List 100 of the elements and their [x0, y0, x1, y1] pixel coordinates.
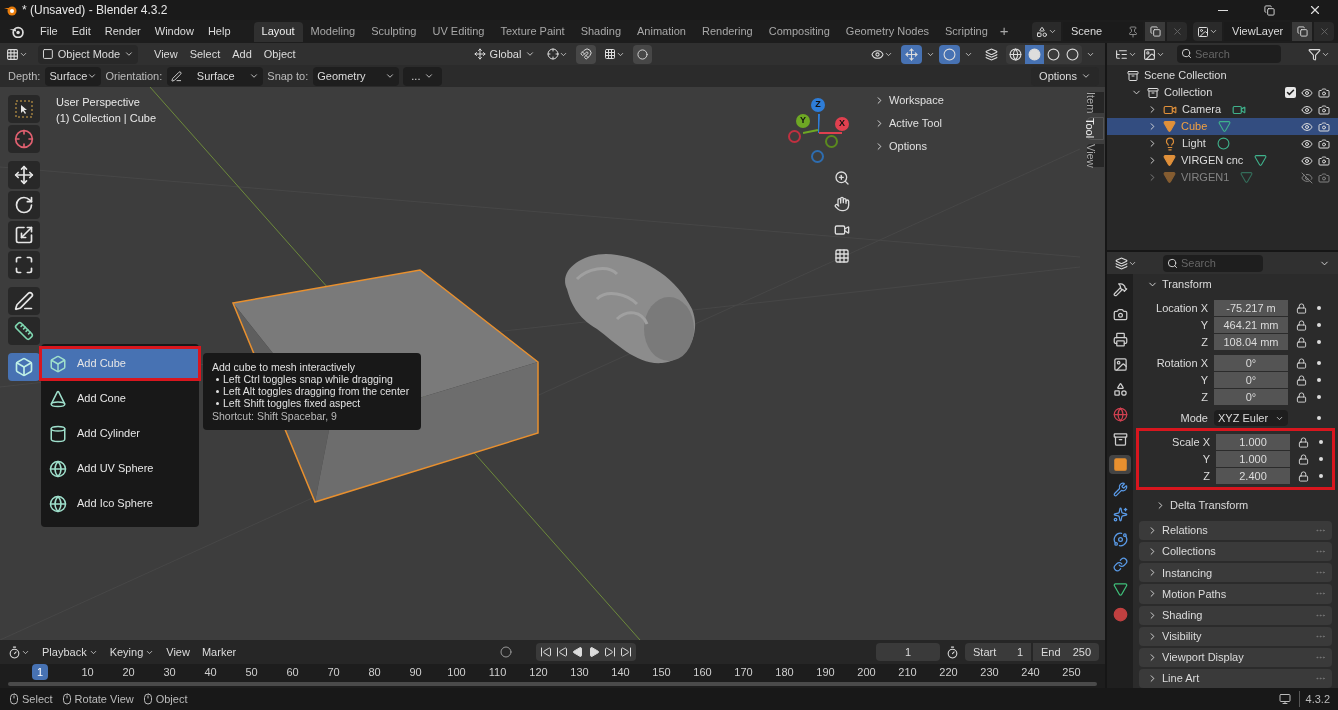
setting-label: Snap to:: [267, 68, 309, 84]
workspace-tab[interactable]: Sculpting: [363, 21, 425, 42]
number-field[interactable]: 464.21 mm: [1214, 317, 1288, 333]
number-field[interactable]: 0°: [1214, 355, 1288, 371]
workspace-tab[interactable]: Shading: [572, 21, 630, 42]
tree-item-label[interactable]: Scene Collection: [1144, 67, 1227, 84]
end-frame-field[interactable]: End 250: [1033, 643, 1099, 661]
menu-item[interactable]: Help: [200, 23, 238, 40]
menu-item[interactable]: View: [160, 643, 196, 661]
panel-header[interactable]: Shading: [1139, 605, 1332, 625]
workspace-tab[interactable]: Scripting: [937, 21, 996, 42]
menu-item[interactable]: Add Cube: [41, 348, 199, 379]
panel-header[interactable]: Instancing: [1139, 563, 1332, 583]
panel-header[interactable]: Workspace: [874, 90, 1074, 111]
menu-item[interactable]: View: [148, 45, 184, 63]
workspace-tab[interactable]: Layout: [253, 21, 303, 42]
property-label: Z: [1200, 389, 1209, 405]
menu-item[interactable]: Keying: [103, 643, 161, 661]
menu-item[interactable]: Render: [97, 23, 148, 40]
workspace-tab[interactable]: UV Editing: [424, 21, 493, 42]
frame-number: 80: [367, 664, 382, 680]
workspace-tab[interactable]: Modeling: [302, 21, 364, 42]
panel-header[interactable]: Transform: [1139, 274, 1332, 294]
add-workspace-button[interactable]: +: [995, 20, 1013, 43]
panel-header[interactable]: Relations: [1139, 521, 1332, 541]
panel-header[interactable]: Collections: [1139, 542, 1332, 562]
menu-item[interactable]: Select: [183, 45, 227, 63]
menu-item[interactable]: File: [33, 23, 65, 40]
frame-number: 170: [733, 664, 754, 680]
sidebar-tab[interactable]: View: [1087, 143, 1104, 168]
more-dropdown[interactable]: ...: [403, 66, 443, 86]
menu-item[interactable]: Marker: [195, 643, 243, 661]
workspace-tab[interactable]: Texture Paint: [492, 21, 573, 42]
options-dropdown[interactable]: Options: [1031, 66, 1099, 86]
start-frame-field[interactable]: Start 1: [965, 643, 1031, 661]
field-label: Start: [973, 644, 997, 660]
field-value: 250: [1072, 644, 1091, 660]
scene-name: Scene: [1071, 24, 1103, 40]
frame-number: 120: [528, 664, 549, 680]
frame-number: 140: [610, 664, 631, 680]
menu-item[interactable]: Edit: [64, 23, 98, 40]
sidebar-tab[interactable]: Tool: [1087, 117, 1104, 140]
panel-header[interactable]: Motion Paths: [1139, 584, 1332, 604]
number-field[interactable]: 1.000: [1216, 434, 1290, 450]
workspace-tab[interactable]: Animation: [629, 21, 694, 42]
tree-row[interactable]: VIRGEN cnc: [1107, 152, 1338, 169]
tooltip-title: Add cube to mesh interactively: [212, 361, 356, 373]
tree-item-label[interactable]: Collection: [1164, 84, 1213, 101]
tree-row[interactable]: Cube: [1107, 118, 1338, 135]
tree-item-label: Cube: [1181, 119, 1208, 135]
panel-header[interactable]: Active Tool: [874, 113, 1074, 134]
menu-item[interactable]: Add Cylinder: [41, 418, 199, 449]
workspace-tab[interactable]: Rendering: [693, 21, 761, 42]
frame-number: 130: [569, 664, 590, 680]
menu-item[interactable]: Add UV Sphere: [41, 453, 199, 484]
menu-item[interactable]: Object: [257, 45, 302, 63]
frame-number: 90: [408, 664, 423, 680]
sidebar-tab[interactable]: Item: [1087, 92, 1104, 114]
view-layer-name: ViewLayer: [1232, 24, 1284, 40]
panel-header[interactable]: Options: [874, 136, 1074, 157]
number-field[interactable]: -75.217 m: [1214, 300, 1288, 316]
menu-item[interactable]: Add: [226, 45, 258, 63]
workspace-tab[interactable]: Geometry Nodes: [837, 21, 937, 42]
workspace-tab[interactable]: Compositing: [760, 21, 838, 42]
property-label: Scale X: [1171, 434, 1211, 450]
panel-header[interactable]: Line Art: [1139, 668, 1332, 688]
setting-dropdown[interactable]: Surface: [45, 66, 102, 86]
menu-item[interactable]: Add Ico Sphere: [41, 488, 199, 519]
number-field[interactable]: 1.000: [1216, 451, 1290, 467]
number-field[interactable]: 2.400: [1216, 468, 1290, 484]
search-field[interactable]: Search: [1177, 45, 1281, 63]
setting-dropdown[interactable]: Surface: [167, 66, 264, 86]
tree-row[interactable]: Light: [1107, 135, 1338, 152]
tree-row[interactable]: Camera: [1107, 101, 1338, 118]
viewport-info-text: User Perspective: [56, 95, 141, 110]
menu-item[interactable]: Window: [147, 23, 201, 40]
tree-item-label: VIRGEN cnc: [1181, 153, 1244, 169]
panel-header[interactable]: Visibility: [1139, 626, 1332, 646]
mode-dropdown[interactable]: Object Mode: [38, 44, 138, 64]
version-text: 4.3.2: [1298, 690, 1330, 708]
mode-dropdown[interactable]: XYZ Euler: [1214, 410, 1288, 426]
number-field[interactable]: 108.04 mm: [1214, 334, 1288, 350]
axis-handle[interactable]: Y: [796, 114, 810, 128]
frame-number: 210: [897, 664, 918, 680]
setting-dropdown[interactable]: Geometry: [313, 66, 400, 86]
orientation-dropdown[interactable]: Global: [469, 44, 540, 64]
axis-handle[interactable]: Z: [811, 98, 825, 112]
menu-item[interactable]: Add Cone: [41, 383, 199, 414]
property-label: Rotation X: [1155, 355, 1209, 371]
status-hint: Select: [22, 691, 53, 707]
menu-item[interactable]: Playback: [36, 643, 104, 661]
search-field[interactable]: Search: [1163, 254, 1263, 272]
panel-header[interactable]: Viewport Display: [1139, 647, 1332, 667]
number-field[interactable]: 0°: [1214, 389, 1288, 405]
current-frame-field[interactable]: 1: [876, 643, 940, 661]
frame-number: 150: [651, 664, 672, 680]
axis-handle[interactable]: X: [835, 117, 849, 131]
subpanel-header[interactable]: Delta Transform: [1139, 495, 1332, 515]
number-field[interactable]: 0°: [1214, 372, 1288, 388]
frame-number: 100: [446, 664, 467, 680]
